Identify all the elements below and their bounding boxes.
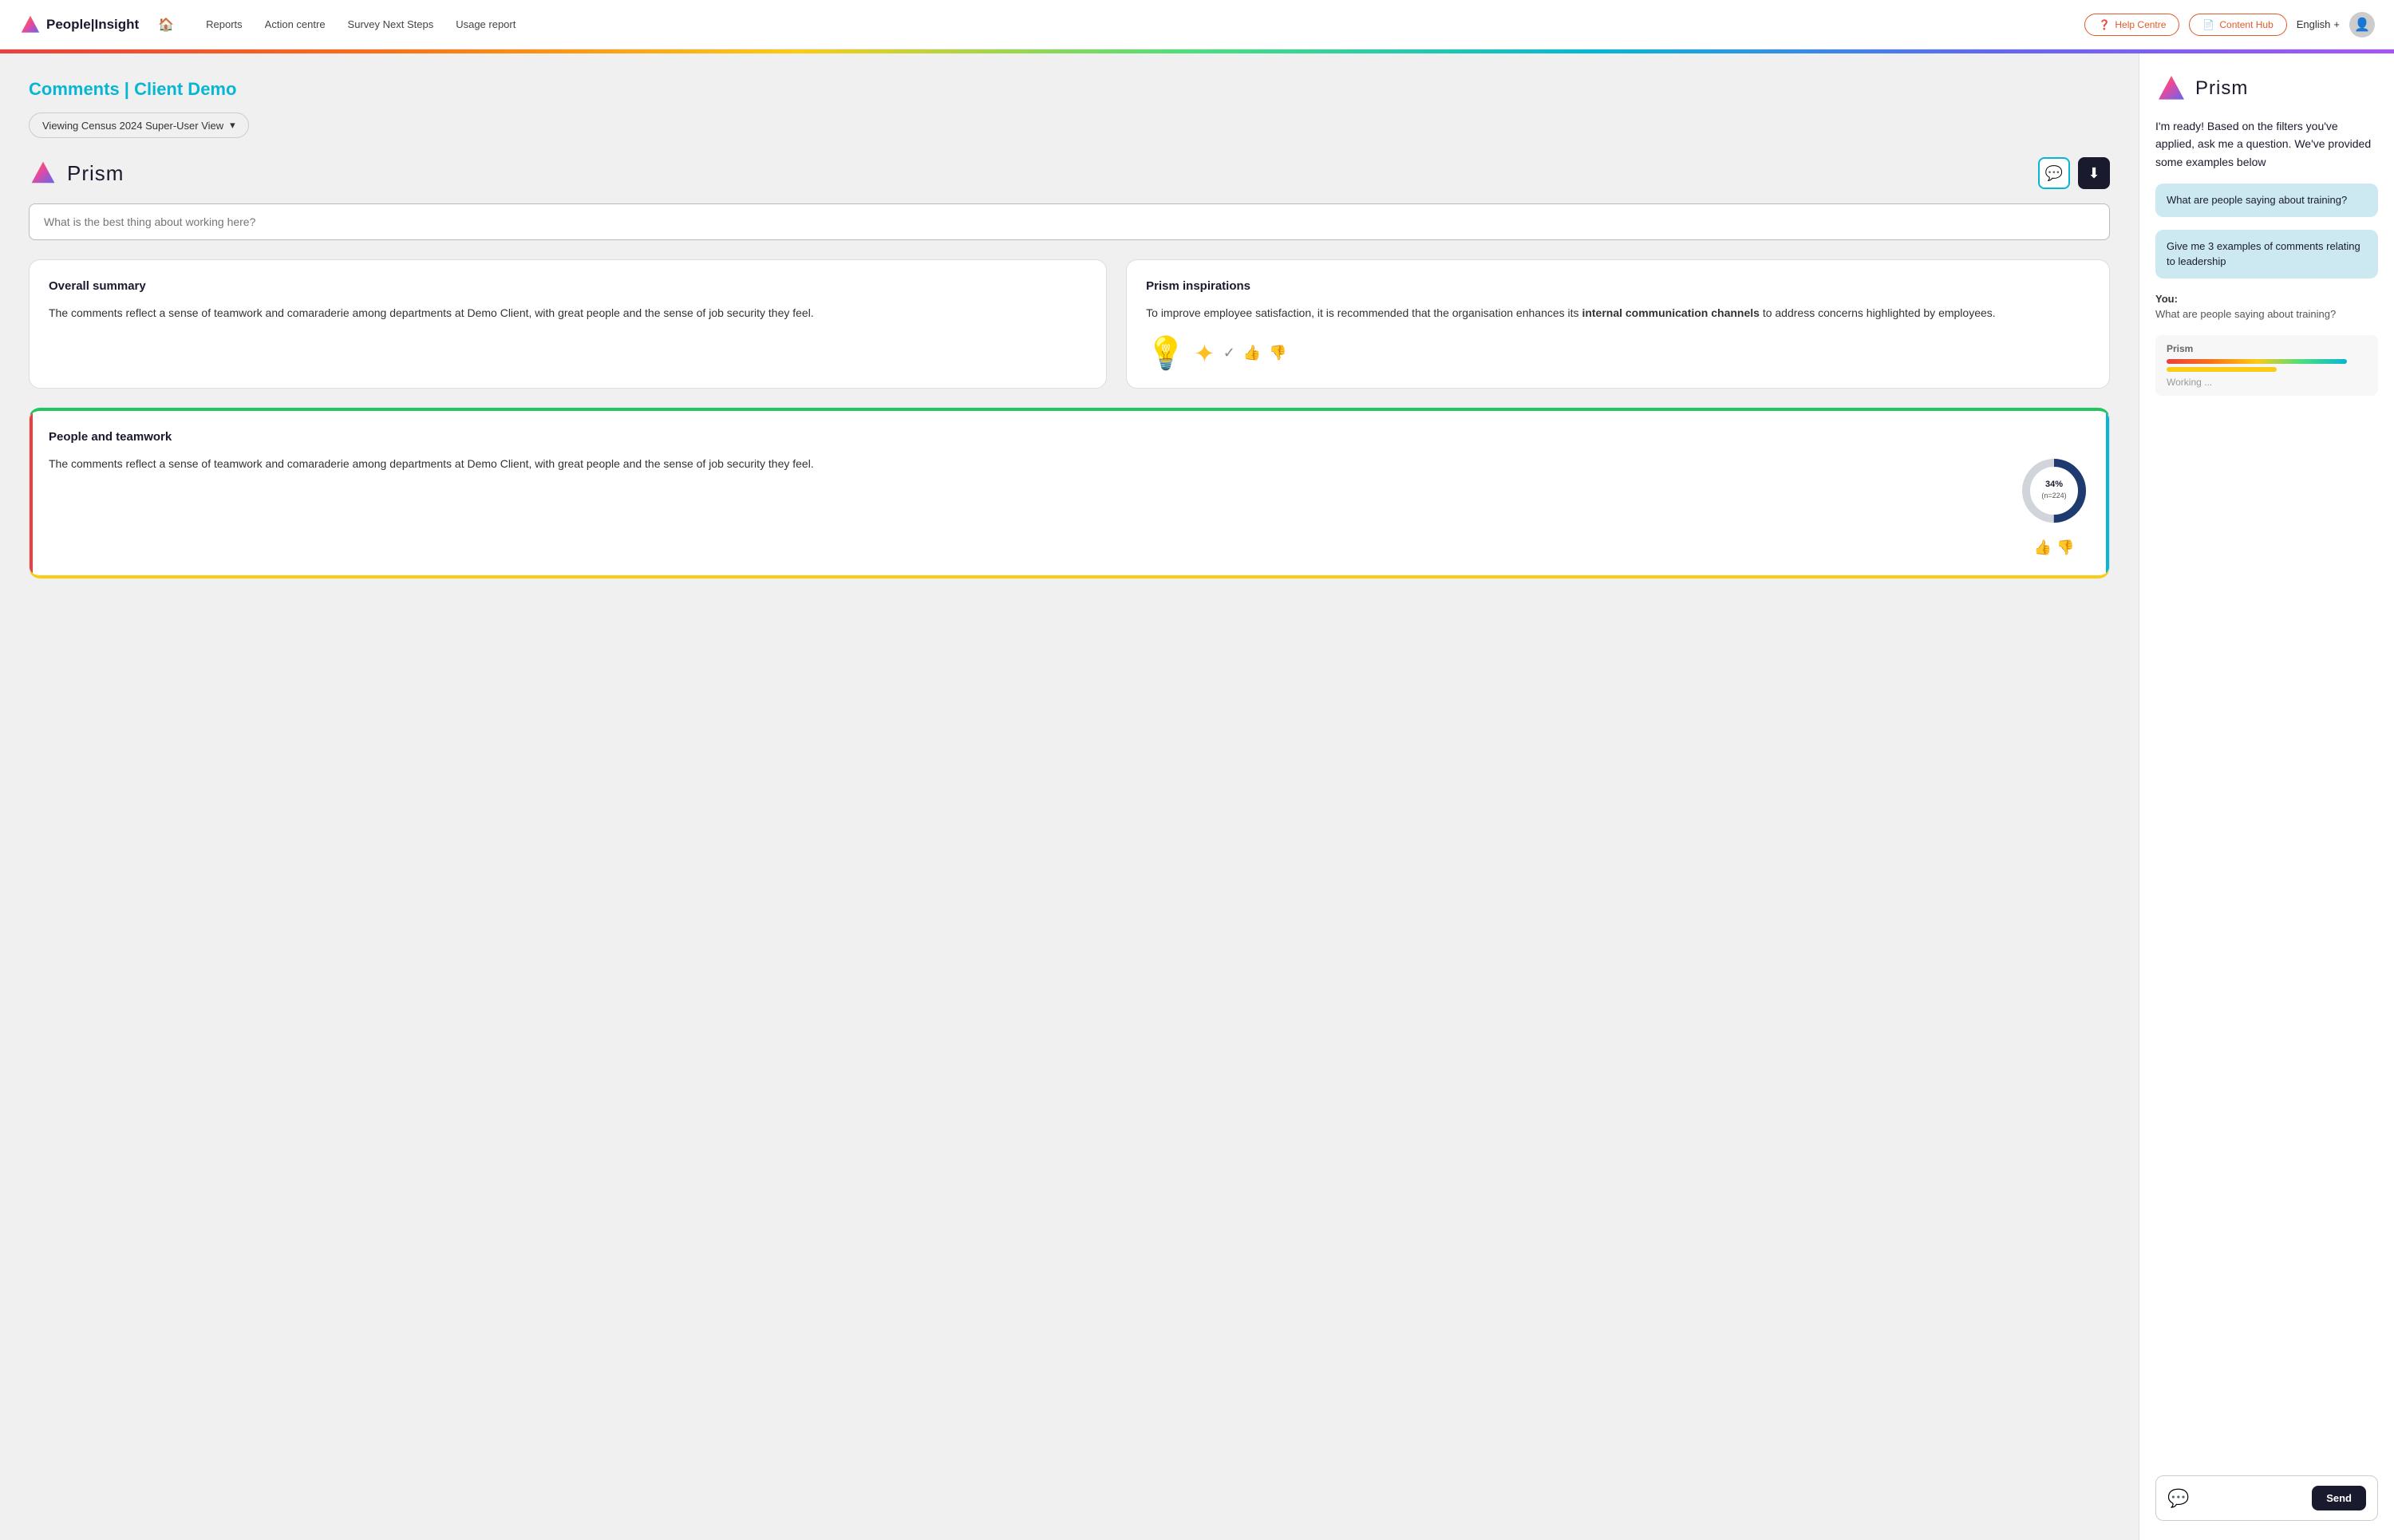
chat-user-text: What are people saying about training? [2155,308,2336,320]
prism-actions: 💬 ⬇ [2038,157,2110,189]
thinking-bars [2167,359,2367,372]
content-icon: 📄 [2202,19,2214,30]
help-centre-button[interactable]: ❓ Help Centre [2084,14,2179,36]
home-icon[interactable]: 🏠 [158,17,174,33]
teamwork-thumbs-up[interactable]: 👍 [2034,539,2052,556]
filter-pill[interactable]: Viewing Census 2024 Super-User View ▾ [29,113,249,138]
prism-panel-intro: I'm ready! Based on the filters you've a… [2155,117,2378,171]
logo-text: People|Insight [46,17,139,33]
content-hub-label: Content Hub [2219,19,2273,30]
chat-input-icon: 💬 [2167,1488,2189,1509]
suggestion-chip-leadership[interactable]: Give me 3 examples of comments relating … [2155,230,2378,278]
teamwork-description: The comments reflect a sense of teamwork… [49,455,2005,472]
page-title-static: Comments | [29,79,129,99]
search-section [29,203,2110,240]
prism-thinking-block: Prism Working ... [2155,335,2378,396]
people-teamwork-card: People and teamwork The comments reflect… [29,408,2110,578]
lightbulb-icon: 💡 [1146,334,1186,372]
thumbs-down-button[interactable]: 👎 [1269,345,1286,361]
thinking-label: Prism [2167,343,2193,354]
card-actions: 👍 👎 [2034,539,2075,556]
suggestion-chip-training[interactable]: What are people saying about training? [2155,184,2378,217]
content-hub-button[interactable]: 📄 Content Hub [2189,14,2286,36]
prism-title: Prism [67,161,124,186]
bottom-cards-row: People and teamwork The comments reflect… [29,408,2110,578]
nav-right: ❓ Help Centre 📄 Content Hub English + 👤 [2084,12,2375,38]
donut-chart-wrap: 34% (n=224) 👍 👎 [2018,455,2090,556]
language-plus-icon: + [2333,18,2340,30]
help-icon: ❓ [2098,19,2110,30]
app-logo[interactable]: People|Insight [19,14,139,36]
prism-side-panel: Prism I'm ready! Based on the filters yo… [2139,53,2394,1540]
user-avatar[interactable]: 👤 [2349,12,2375,38]
overall-summary-text: The comments reflect a sense of teamwork… [49,304,1087,322]
language-selector[interactable]: English + [2297,18,2340,30]
teamwork-thumbs-down[interactable]: 👎 [2056,539,2074,556]
download-icon: ⬇ [2088,165,2100,182]
top-cards-row: Overall summary The comments reflect a s… [29,259,2110,389]
prism-inspirations-card: Prism inspirations To improve employee s… [1126,259,2110,389]
page-title-dynamic: Client Demo [134,79,236,99]
thumbs-up-button[interactable]: 👍 [1243,345,1261,361]
prism-search-input[interactable] [29,203,2110,240]
donut-chart: 34% (n=224) [2018,455,2090,527]
inspirations-text: To improve employee satisfaction, it is … [1146,304,2090,322]
prism-panel-title: Prism [2195,77,2248,100]
overall-summary-title: Overall summary [49,279,1087,293]
chevron-down-icon: ▾ [230,119,235,132]
help-centre-label: Help Centre [2115,19,2166,30]
prism-panel-header: Prism [2155,73,2378,105]
inspirations-title: Prism inspirations [1146,279,2090,293]
prism-panel-logo-icon [2155,73,2187,105]
send-button[interactable]: Send [2312,1486,2366,1510]
prism-logo-icon [29,159,57,188]
teamwork-text: The comments reflect a sense of teamwork… [49,455,2005,472]
prism-download-button[interactable]: ⬇ [2078,157,2110,189]
filter-label: Viewing Census 2024 Super-User View [42,120,223,132]
teamwork-content: The comments reflect a sense of teamwork… [49,455,2090,556]
nav-reports[interactable]: Reports [206,18,243,30]
language-label: English [2297,18,2331,30]
nav-links: Reports Action centre Survey Next Steps … [206,18,2065,30]
nav-action-centre[interactable]: Action centre [265,18,326,30]
nav-survey-next-steps[interactable]: Survey Next Steps [348,18,434,30]
svg-text:(n=224): (n=224) [2041,492,2066,500]
main-layout: Comments | Client Demo Viewing Census 20… [0,53,2394,1540]
chat-user-label: You: [2155,293,2178,305]
svg-text:34%: 34% [2045,480,2063,489]
chat-user-message: You: What are people saying about traini… [2155,291,2378,322]
overall-summary-card: Overall summary The comments reflect a s… [29,259,1107,389]
check-icon: ✓ [1223,345,1235,361]
content-area: Comments | Client Demo Viewing Census 20… [0,53,2139,1540]
thinking-status: Working ... [2167,377,2367,388]
chat-icon: 💬 [2045,165,2063,182]
thinking-bar-2 [2167,367,2277,372]
nav-usage-report[interactable]: Usage report [456,18,516,30]
chat-input-area: 💬 Send [2155,1475,2378,1521]
thinking-bar-1 [2167,359,2347,364]
page-title: Comments | Client Demo [29,79,2110,100]
top-navigation: People|Insight 🏠 Reports Action centre S… [0,0,2394,49]
teamwork-title: People and teamwork [49,430,2090,444]
prism-section-header: Prism 💬 ⬇ [29,157,2110,189]
prism-chat-button[interactable]: 💬 [2038,157,2070,189]
lightbulb-glow: ✦ [1194,338,1215,369]
avatar-icon: 👤 [2354,17,2370,33]
thinking-sub-text: Working ... [2167,377,2212,388]
inspirations-footer: 💡 ✦ ✓ 👍 👎 [1146,334,2090,372]
